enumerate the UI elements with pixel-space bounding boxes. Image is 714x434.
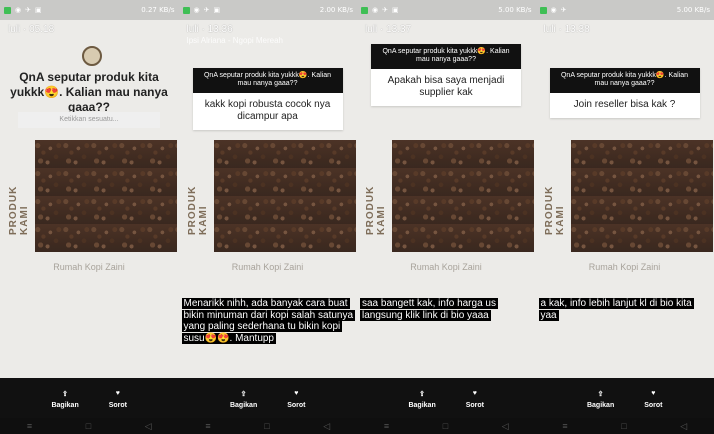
menu-icon[interactable]: ≡ <box>205 421 210 431</box>
answer-text: Menarikk nihh, ada banyak cara buat biki… <box>181 298 356 344</box>
brand-logo <box>82 46 102 66</box>
side-text: PRODUK KAMI <box>8 185 30 235</box>
home-icon[interactable]: □ <box>443 421 448 431</box>
question-text: Join reseller bisa kak ? <box>573 98 676 110</box>
story-actions: ⇪ Bagikan ♥ Sorot <box>0 378 179 418</box>
network-speed: 5.00 KB/s <box>676 6 710 14</box>
gallery-icon: ▣ <box>34 6 42 14</box>
question-card-header: QnA seputar produk kita yukkk😍. Kalian m… <box>192 68 343 93</box>
share-button[interactable]: ⇪ Bagikan <box>408 388 435 409</box>
side-text: PRODUK KAMI <box>365 185 387 235</box>
question-card: QnA seputar produk kita yukkk😍. Kalian m… <box>192 68 343 130</box>
story-actions: ⇪ Bagikan ♥ Sorot <box>357 378 536 418</box>
status-bar: ◉ ✈ ▣ 5.00 KB/s <box>357 0 536 20</box>
question-card-header: QnA seputar produk kita yukkk😍. Kalian m… <box>371 44 521 69</box>
answer-overlay: a kak, info lebih lanjut kl di bio kita … <box>536 294 714 325</box>
home-icon[interactable]: □ <box>264 421 269 431</box>
brand-caption: Rumah Kopi Zaini <box>588 262 661 272</box>
share-icon: ⇪ <box>240 390 247 398</box>
question-text: kakk kopi robusta cocok nya dicampur apa <box>204 98 331 122</box>
system-nav: ≡ □ ◁ <box>0 418 179 434</box>
story-panel-2: ◉ ✈ ▣ 2.00 KB/s luli · 13.36 Ipsi Alriana … <box>178 0 357 434</box>
story-subtitle: Ipsi Alriana - Ngopi Mereah <box>186 36 284 45</box>
coffee-beans-photo <box>35 140 177 252</box>
back-icon[interactable]: ◁ <box>323 421 330 432</box>
story-panel-4: ◉ ✈ 5.00 KB/s luli · 13.38 QnA seputar pr… <box>535 0 714 434</box>
home-icon[interactable]: □ <box>86 421 91 431</box>
system-nav: ≡ □ ◁ <box>357 418 536 434</box>
back-icon[interactable]: ◁ <box>680 421 687 432</box>
question-sticker: QnA seputar produk kita yukkk😍. Kalian m… <box>10 70 168 114</box>
question-card: QnA seputar produk kita yukkk😍. Kalian m… <box>371 44 521 106</box>
share-icon: ⇪ <box>419 390 426 398</box>
menu-icon[interactable]: ≡ <box>27 421 32 431</box>
status-bar: ◉ ✈ 5.00 KB/s <box>535 0 714 20</box>
story-actions: ⇪ Bagikan ♥ Sorot <box>178 378 357 418</box>
question-card-header: QnA seputar produk kita yukkk😍. Kalian m… <box>549 68 700 93</box>
menu-icon[interactable]: ≡ <box>562 421 567 431</box>
answer-text: saa bangett kak, info harga us langsung … <box>360 298 498 321</box>
network-speed: 5.00 KB/s <box>498 6 532 14</box>
answer-overlay: saa bangett kak, info harga us langsung … <box>357 294 535 325</box>
question-text: Apakah bisa saya menjadi supplier kak <box>387 74 505 98</box>
coffee-beans-photo <box>392 140 534 252</box>
app-icon <box>182 6 190 14</box>
brand-caption: Rumah Kopi Zaini <box>53 262 125 272</box>
back-icon[interactable]: ◁ <box>145 421 152 432</box>
story-panel-3: ◉ ✈ ▣ 5.00 KB/s luli · 13.37 QnA seputar p… <box>357 0 536 434</box>
heart-icon: ♥ <box>472 390 477 397</box>
app-icon <box>539 6 547 14</box>
side-text: PRODUK KAMI <box>186 185 209 235</box>
share-button[interactable]: ⇪ Bagikan <box>587 388 614 409</box>
home-icon[interactable]: □ <box>621 421 626 431</box>
highlight-button[interactable]: ♥ Sorot <box>109 388 127 409</box>
brand-caption: Rumah Kopi Zaini <box>231 262 304 272</box>
brand-caption: Rumah Kopi Zaini <box>410 262 482 272</box>
highlight-button[interactable]: ♥ Sorot <box>644 388 662 409</box>
system-nav: ≡ □ ◁ <box>535 418 714 434</box>
story-actions: ⇪ Bagikan ♥ Sorot <box>535 378 714 418</box>
messenger-icon: ✈ <box>25 6 31 14</box>
messenger-icon: ✈ <box>203 6 210 14</box>
instagram-icon: ◉ <box>15 6 22 14</box>
highlight-button[interactable]: ♥ Sorot <box>287 388 305 409</box>
heart-icon: ♥ <box>115 390 120 397</box>
story-panel-1: ◉ ✈ ▣ 0.27 KB/s luli · 05.18 QnA seputar p… <box>0 0 179 434</box>
instagram-icon: ◉ <box>193 6 200 14</box>
system-nav: ≡ □ ◁ <box>178 418 357 434</box>
story-meta: luli · 13.38 <box>543 24 590 35</box>
instagram-icon: ◉ <box>372 6 379 14</box>
share-button[interactable]: ⇪ Bagikan <box>51 388 78 409</box>
story-screens: ◉ ✈ ▣ 0.27 KB/s luli · 05.18 QnA seputar p… <box>0 0 714 434</box>
question-input[interactable]: Ketikkan sesuatu... <box>18 112 160 128</box>
heart-icon: ♥ <box>294 390 299 397</box>
network-speed: 0.27 KB/s <box>141 6 175 14</box>
highlight-button[interactable]: ♥ Sorot <box>466 388 484 409</box>
answer-overlay: Menarikk nihh, ada banyak cara buat biki… <box>179 294 357 348</box>
heart-icon: ♥ <box>651 390 656 397</box>
status-bar: ◉ ✈ ▣ 0.27 KB/s <box>0 0 179 20</box>
app-icon <box>4 6 11 14</box>
back-icon[interactable]: ◁ <box>502 421 509 432</box>
share-icon: ⇪ <box>62 390 69 398</box>
coffee-beans-photo <box>213 140 356 252</box>
share-button[interactable]: ⇪ Bagikan <box>230 388 257 409</box>
question-card: QnA seputar produk kita yukkk😍. Kalian m… <box>549 68 700 118</box>
coffee-beans-photo <box>570 140 713 252</box>
story-meta: luli · 13.36 <box>186 24 233 35</box>
story-meta: luli · 05.18 <box>8 24 55 35</box>
story-meta: luli · 13.37 <box>365 24 412 35</box>
gallery-icon: ▣ <box>391 6 399 14</box>
share-icon: ⇪ <box>597 390 604 398</box>
messenger-icon: ✈ <box>382 6 388 14</box>
app-icon <box>361 6 368 14</box>
network-speed: 2.00 KB/s <box>319 6 353 14</box>
answer-text: a kak, info lebih lanjut kl di bio kita … <box>538 298 694 321</box>
status-bar: ◉ ✈ ▣ 2.00 KB/s <box>178 0 357 20</box>
side-text: PRODUK KAMI <box>543 185 566 235</box>
gallery-icon: ▣ <box>213 6 221 14</box>
menu-icon[interactable]: ≡ <box>384 421 389 431</box>
messenger-icon: ✈ <box>560 6 567 14</box>
instagram-icon: ◉ <box>550 6 557 14</box>
